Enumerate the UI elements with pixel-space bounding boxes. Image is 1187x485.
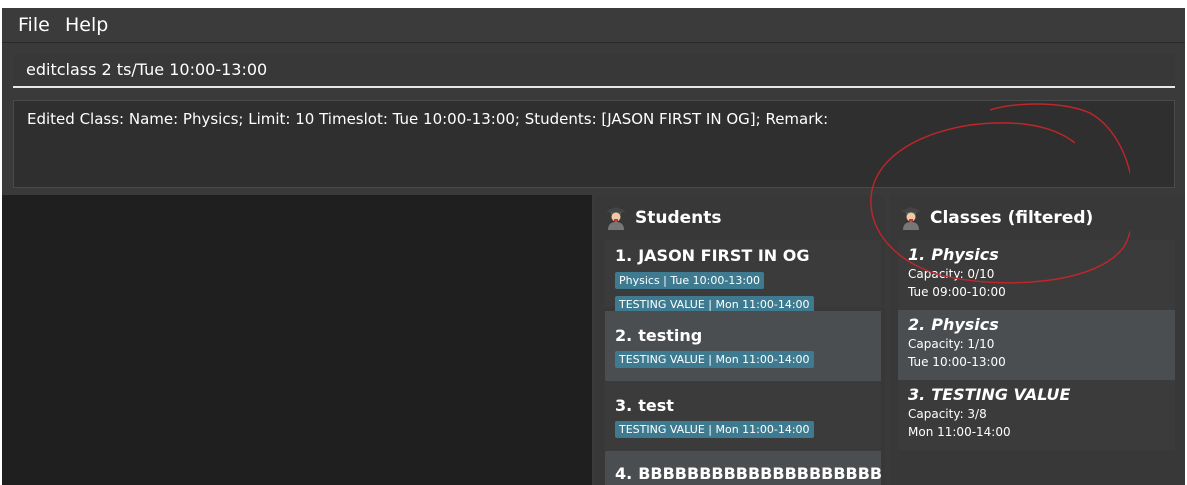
student-name: JASON FIRST IN OG: [638, 246, 810, 265]
class-card-1[interactable]: 1. Physics Capacity: 0/10 Tue 09:00-10:00: [898, 240, 1175, 310]
class-capacity: Capacity: 1/10: [908, 337, 995, 351]
student-index: 1.: [615, 246, 633, 265]
student-name: testing: [638, 326, 703, 345]
student-card-1[interactable]: 1. JASON FIRST IN OG Physics | Tue 10:00-…: [605, 240, 881, 313]
student-index: 3.: [615, 396, 633, 415]
empty-pane: [2, 195, 592, 485]
command-input[interactable]: editclass 2 ts/Tue 10:00-13:00: [13, 54, 1175, 88]
class-tag: TESTING VALUE | Mon 11:00-14:00: [615, 421, 814, 438]
class-index: 3.: [908, 385, 926, 404]
class-name: TESTING VALUE: [931, 385, 1071, 404]
class-card-3[interactable]: 3. TESTING VALUE Capacity: 3/8 Mon 11:00-…: [898, 380, 1175, 450]
student-card-3[interactable]: 3. test TESTING VALUE | Mon 11:00-14:00: [605, 381, 881, 451]
menu-help[interactable]: Help: [65, 14, 108, 36]
class-name: Physics: [931, 245, 999, 264]
student-index: 2.: [615, 326, 633, 345]
class-timeslot: Mon 11:00-14:00: [908, 425, 1011, 439]
students-panel: Students 1. JASON FIRST IN OG Physics | T…: [595, 195, 885, 485]
class-timeslot: Tue 10:00-13:00: [908, 355, 1006, 369]
result-display: Edited Class: Name: Physics; Limit: 10 T…: [13, 100, 1175, 188]
app-window: File Help editclass 2 ts/Tue 10:00-13:00…: [2, 8, 1185, 485]
student-name: test: [638, 396, 674, 415]
class-tag: TESTING VALUE | Mon 11:00-14:00: [615, 351, 814, 368]
student-name: BBBBBBBBBBBBBBBBBBBB: [638, 464, 881, 483]
classes-panel: Classes (filtered) 1. Physics Capacity: 0…: [890, 195, 1185, 485]
students-title: Students: [635, 208, 722, 228]
class-name: Physics: [931, 315, 999, 334]
students-header: Students: [605, 205, 722, 231]
classes-header: Classes (filtered): [900, 205, 1093, 231]
class-index: 1.: [908, 245, 926, 264]
class-tag: Physics | Tue 10:00-13:00: [615, 272, 765, 289]
class-capacity: Capacity: 3/8: [908, 407, 987, 421]
student-card-4[interactable]: 4. BBBBBBBBBBBBBBBBBBBB: [605, 451, 881, 485]
menu-file[interactable]: File: [18, 14, 50, 36]
class-capacity: Capacity: 0/10: [908, 267, 995, 281]
class-card-2[interactable]: 2. Physics Capacity: 1/10 Tue 10:00-13:00: [898, 310, 1175, 380]
student-icon: [900, 206, 922, 230]
student-icon: [605, 206, 627, 230]
class-timeslot: Tue 09:00-10:00: [908, 285, 1006, 299]
class-index: 2.: [908, 315, 926, 334]
classes-title: Classes (filtered): [930, 208, 1094, 228]
student-card-2[interactable]: 2. testing TESTING VALUE | Mon 11:00-14:0…: [605, 311, 881, 381]
student-index: 4.: [615, 464, 633, 483]
menu-bar: File Help: [2, 8, 1185, 43]
